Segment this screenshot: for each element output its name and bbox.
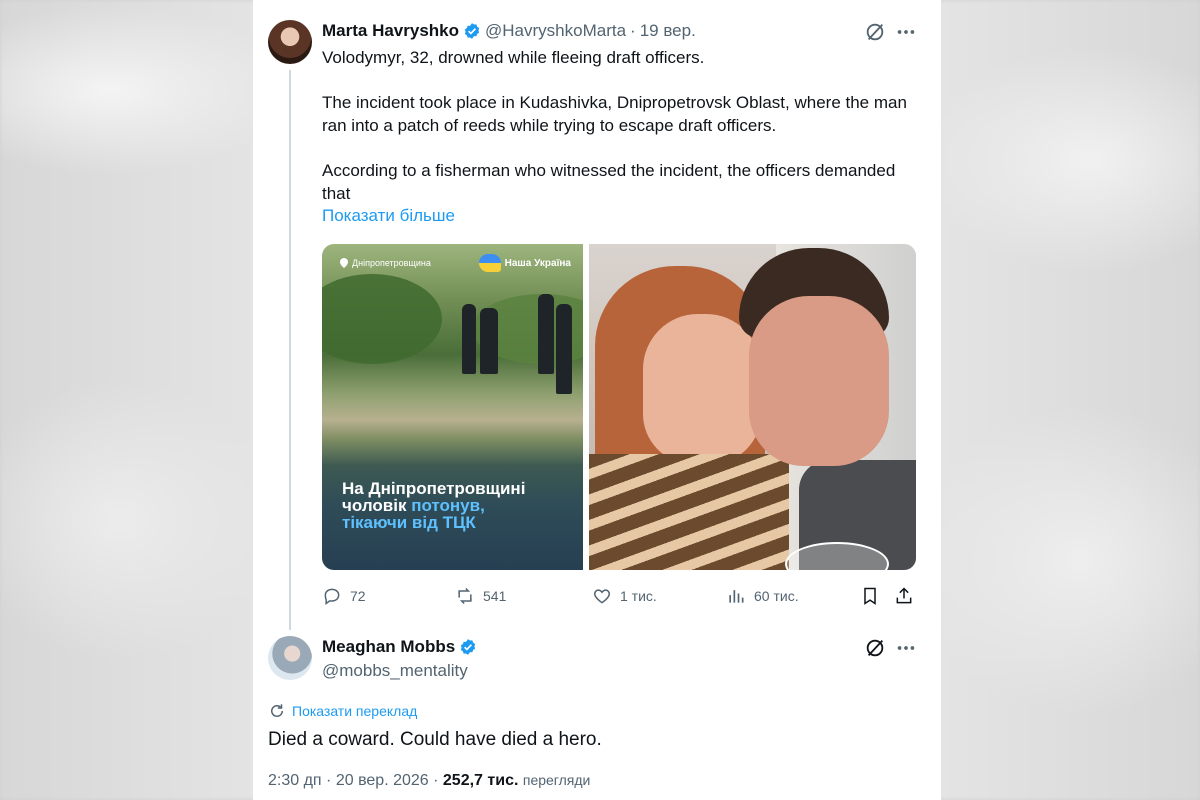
caption-line: На Дніпропетровщині — [342, 479, 526, 498]
caption-line: чоловік потонув, — [342, 497, 572, 514]
reply-views-count: 252,7 тис. — [442, 772, 519, 789]
verified-badge-icon — [461, 639, 476, 655]
image-figure — [556, 304, 572, 394]
thread-connector-line — [289, 70, 291, 630]
reply-author-avatar[interactable] — [268, 636, 312, 680]
author-name[interactable]: Marta Havryshko — [322, 21, 459, 41]
retweet-count: 541 — [483, 588, 507, 604]
reply-meta: 2:30 дп · 20 вер. 2026 · 252,7 тис. пере… — [268, 772, 590, 790]
heart-flag-icon — [478, 254, 501, 272]
like-count: 1 тис. — [620, 588, 657, 604]
show-more-link[interactable]: Показати більше — [322, 206, 455, 226]
reply-text: Died a coward. Could have died a hero. — [268, 729, 602, 750]
image-sweater — [589, 454, 789, 570]
views-button[interactable]: 60 тис. — [726, 586, 799, 606]
image-foliage — [322, 274, 442, 364]
views-count: 60 тис. — [754, 588, 799, 604]
author-handle[interactable]: @HavryshkoMarta — [485, 21, 626, 41]
bookmark-button[interactable] — [860, 586, 880, 606]
grok-icon[interactable] — [862, 635, 888, 661]
translate-icon — [271, 704, 283, 717]
tweet-text: Volodymyr, 32, drowned while fleeing dra… — [322, 46, 912, 205]
author-avatar[interactable] — [268, 20, 312, 64]
image-face — [643, 314, 761, 464]
image-location-text: Дніпропетровщина — [352, 258, 431, 268]
caption-line-highlight: тікаючи від ТЦК — [342, 513, 476, 532]
reply-icon — [324, 588, 340, 605]
image-figure — [480, 308, 498, 374]
image-figure — [462, 304, 476, 374]
meta-separator: · — [326, 772, 332, 789]
tweet-paragraph: According to a fisherman who witnessed t… — [322, 161, 896, 203]
reply-views-label: перегляди — [522, 772, 591, 788]
tweet-header: Marta Havryshko @HavryshkoMarta · 19 вер… — [322, 21, 696, 41]
show-translation-label: Показати переклад — [292, 703, 418, 719]
more-icon[interactable] — [893, 635, 919, 661]
image-brand-logo: Наша Україна — [478, 254, 571, 272]
header-separator: · — [630, 21, 636, 40]
grok-icon[interactable] — [862, 19, 888, 45]
reply-author-name[interactable]: Meaghan Mobbs — [322, 637, 455, 657]
tweet-media: Дніпропетровщина Наша Україна На Дніпроп… — [322, 244, 916, 570]
tweet-paragraph: The incident took place in Kudashivka, D… — [322, 93, 907, 135]
like-button[interactable]: 1 тис. — [592, 586, 657, 606]
show-translation-link[interactable]: Показати переклад — [268, 702, 417, 720]
share-button[interactable] — [894, 586, 914, 606]
retweet-button[interactable]: 541 — [455, 586, 506, 606]
reply-count: 72 — [350, 588, 366, 604]
reply-author-handle[interactable]: @mobbs_mentality — [322, 661, 468, 681]
share-icon — [896, 587, 912, 604]
verified-badge-icon — [464, 23, 480, 39]
image-brand-text: Наша Україна — [504, 257, 571, 269]
tweet-date[interactable]: 19 вер. — [640, 21, 696, 41]
retweet-icon — [458, 587, 472, 605]
image-face — [749, 296, 889, 466]
reply-date[interactable]: 20 вер. 2026 — [336, 772, 429, 789]
reply-header: Meaghan Mobbs — [322, 637, 477, 657]
tweet-card: Marta Havryshko @HavryshkoMarta · 19 вер… — [253, 0, 941, 800]
media-image-selfie[interactable] — [589, 244, 916, 570]
like-icon — [593, 589, 611, 604]
more-icon[interactable] — [893, 19, 919, 45]
tweet-actions: 72 541 1 тис. 60 тис. — [322, 586, 916, 610]
reply-time[interactable]: 2:30 дп — [268, 772, 322, 789]
image-location-label: Дніпропетровщина — [340, 258, 431, 268]
location-pin-icon — [340, 258, 348, 268]
image-figure — [538, 294, 554, 374]
media-image-news[interactable]: Дніпропетровщина Наша Україна На Дніпроп… — [322, 244, 583, 570]
meta-separator: · — [433, 772, 439, 789]
image-caption: На Дніпропетровщині чоловік потонув, тік… — [342, 480, 572, 531]
reply-button[interactable]: 72 — [322, 586, 366, 606]
bookmark-icon — [864, 587, 876, 605]
views-icon — [729, 590, 744, 603]
tweet-paragraph: Volodymyr, 32, drowned while fleeing dra… — [322, 48, 705, 67]
